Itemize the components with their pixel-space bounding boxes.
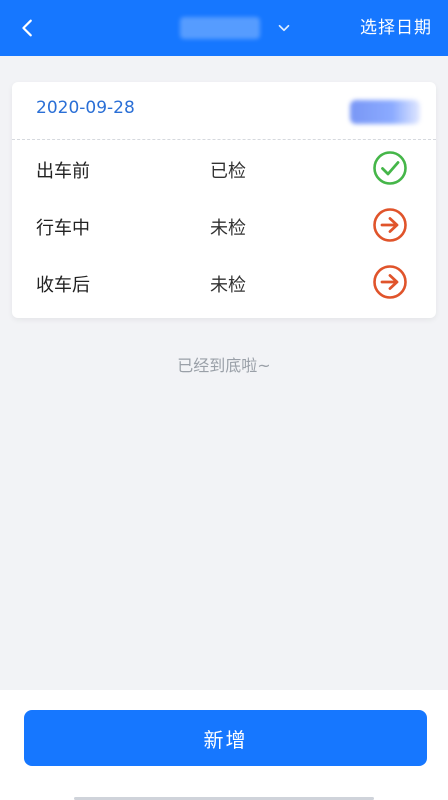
row-status: 未检 — [210, 275, 246, 296]
row-label: 行车中 — [36, 218, 90, 239]
back-button[interactable] — [10, 10, 46, 46]
app-root: 选择日期 2020-09-28 出车前 已检 行车中 未检 收车后 未检 已经到… — [0, 0, 448, 800]
row-status: 已检 — [210, 161, 246, 182]
add-button[interactable]: 新增 — [24, 710, 427, 766]
inspection-date: 2020-09-28 — [36, 98, 135, 118]
select-date-button[interactable]: 选择日期 — [360, 16, 432, 40]
row-label: 出车前 — [36, 161, 90, 182]
end-of-list-text: 已经到底啦~ — [177, 356, 271, 375]
arrow-right-circle-icon[interactable] — [372, 207, 408, 243]
check-circle-icon[interactable] — [372, 150, 408, 186]
vehicle-title-redacted — [180, 17, 260, 39]
top-nav-bar: 选择日期 — [0, 0, 448, 56]
vehicle-selector[interactable] — [180, 14, 294, 42]
chevron-down-icon — [274, 18, 294, 38]
arrow-right-circle-icon[interactable] — [372, 264, 408, 300]
inspection-row-during[interactable]: 行车中 未检 — [12, 197, 436, 254]
plate-number-redacted — [350, 100, 420, 124]
back-arrow-icon — [22, 19, 32, 37]
row-status: 未检 — [210, 218, 246, 239]
bottom-action-bar: 新增 — [0, 690, 448, 800]
inspection-row-after[interactable]: 收车后 未检 — [12, 254, 436, 311]
inspection-card: 2020-09-28 出车前 已检 行车中 未检 收车后 未检 — [12, 82, 436, 318]
row-label: 收车后 — [36, 275, 90, 296]
card-header: 2020-09-28 — [12, 82, 436, 140]
inspection-row-before[interactable]: 出车前 已检 — [12, 140, 436, 197]
